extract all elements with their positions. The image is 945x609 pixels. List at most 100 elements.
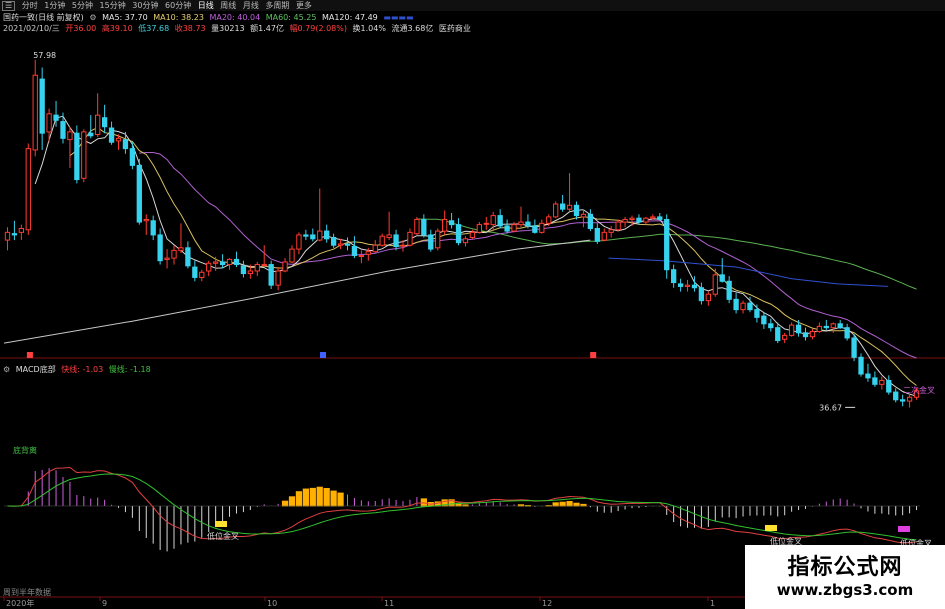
candle-body [74, 132, 80, 181]
candle-body [532, 225, 538, 233]
candle [768, 318, 774, 332]
candle [608, 225, 614, 238]
macd-bar [309, 487, 316, 507]
candle [435, 228, 441, 251]
candle [261, 245, 267, 267]
candle-body [830, 323, 836, 329]
x-tick-label: 9 [102, 599, 107, 608]
candle [11, 220, 18, 241]
second-golden-cross-label: 二次金叉 [903, 385, 935, 395]
golden-cross-marker [898, 526, 910, 532]
candle [719, 258, 725, 283]
candle-body [39, 78, 45, 134]
candle-body [559, 203, 566, 210]
x-tick-label: 12 [542, 599, 552, 608]
candle [872, 371, 878, 387]
candle [782, 332, 788, 344]
candle-body [310, 234, 316, 240]
golden-cross-marker [215, 521, 227, 527]
macd-bar [316, 486, 323, 507]
candle-body [122, 139, 129, 150]
low-golden-cross-label: 低位金叉 [207, 531, 239, 541]
candle-body [136, 164, 142, 223]
candle [497, 209, 503, 229]
candle-body [726, 280, 732, 300]
candle-body [490, 215, 496, 226]
candle [372, 240, 378, 253]
candle-body [81, 131, 87, 179]
candle [844, 323, 850, 341]
candle-body [67, 131, 73, 141]
candle [643, 216, 649, 225]
candle-body [400, 244, 406, 247]
candle [240, 260, 247, 278]
candle [268, 260, 274, 290]
candle-body [455, 224, 462, 244]
candle [823, 319, 829, 331]
candle [421, 214, 427, 238]
candle [206, 260, 212, 277]
candle-body [442, 218, 448, 232]
candle-body [178, 247, 184, 251]
candle-body [698, 287, 705, 302]
candle-body [330, 237, 337, 246]
candle-body [497, 215, 503, 227]
candle-body [816, 325, 823, 333]
candle [289, 245, 295, 264]
candle [254, 261, 260, 277]
candle [740, 300, 746, 314]
candle [761, 312, 767, 329]
candle [518, 206, 524, 228]
candle-body [546, 216, 552, 224]
candle-body [164, 257, 170, 260]
candle [171, 245, 177, 265]
golden-cross-marker [765, 525, 777, 531]
macd-bar [281, 500, 289, 507]
candle-body [712, 274, 718, 295]
candle [754, 304, 760, 323]
candle [122, 131, 129, 154]
candle [178, 223, 184, 253]
candle-body [414, 218, 420, 235]
x-tick-label: 2020年 [6, 598, 34, 608]
candle-body [296, 234, 302, 250]
candle [407, 228, 413, 247]
candle [462, 236, 469, 247]
candle [296, 232, 302, 255]
candle [4, 227, 11, 251]
candle-body [768, 323, 774, 329]
candle-body [115, 137, 122, 142]
candle [865, 363, 871, 382]
candle-body [268, 264, 274, 286]
candle-body [705, 293, 711, 302]
candle-body [303, 234, 309, 237]
candle [74, 125, 80, 184]
max-price-label: 57.98 [33, 51, 56, 60]
candle [324, 224, 330, 243]
macd-bar [323, 488, 330, 507]
candle-body [88, 132, 94, 137]
candle-body [539, 222, 545, 233]
candle [46, 108, 52, 143]
candle-body [788, 324, 795, 336]
candle-body [733, 298, 739, 311]
candle-body [747, 302, 753, 311]
x-tick-label: 11 [384, 599, 394, 608]
candle-body [629, 217, 635, 220]
stock-chart[interactable]: 57.9836.67底背离二次金叉低位金叉低位金叉 低位金叉周到半年数据2020年… [0, 0, 945, 609]
candle-body [601, 231, 607, 241]
macd-bar [566, 501, 573, 507]
candle-body [247, 270, 253, 275]
macd-bar [295, 491, 303, 507]
x-tick-label: 10 [267, 599, 277, 608]
candle [906, 393, 913, 408]
candle-body [240, 265, 247, 275]
candle-body [18, 227, 24, 233]
candle [476, 222, 482, 234]
event-marker [26, 352, 33, 358]
candle-body [754, 309, 760, 318]
candle-body [872, 377, 878, 385]
candle [32, 59, 38, 157]
candle [504, 219, 510, 234]
candle [199, 269, 205, 282]
